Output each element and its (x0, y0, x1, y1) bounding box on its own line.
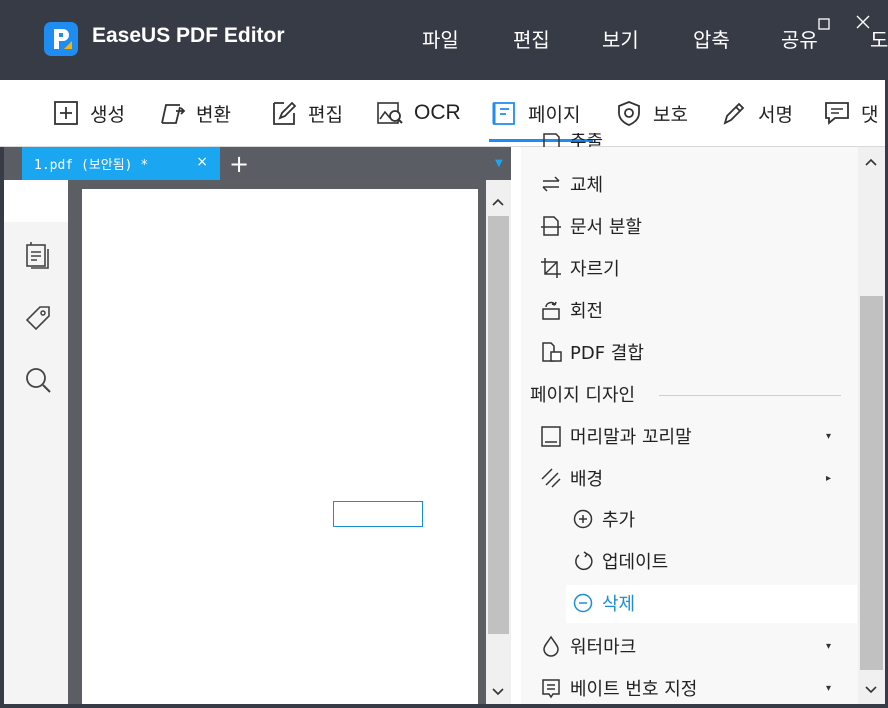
add-circle-icon (573, 509, 593, 529)
background-add[interactable]: 추가 (572, 505, 635, 533)
background-delete-label: 삭제 (602, 594, 636, 615)
panel-scroll-thumb[interactable] (860, 296, 883, 670)
panel-item-replace[interactable]: 교체 (540, 170, 603, 198)
tool-sign-label: 서명 (758, 103, 793, 126)
background-update-label: 업데이트 (602, 552, 669, 573)
tool-protect[interactable]: 보호 (615, 95, 688, 131)
drop-icon (543, 635, 559, 657)
background-chevron-right-icon[interactable]: ▸ (826, 473, 831, 484)
pen-icon (723, 102, 745, 125)
panel-item-crop[interactable]: 자르기 (540, 254, 620, 282)
tool-sign[interactable]: 서명 (720, 95, 793, 131)
tool-edit[interactable]: 편집 (270, 95, 343, 131)
panel-item-background-label: 배경 (570, 469, 604, 490)
panel-item-rotate[interactable]: 회전 (540, 296, 603, 324)
maximize-icon[interactable] (818, 15, 830, 34)
menu-edit[interactable]: 편집 (513, 24, 550, 53)
side-rail-header (4, 180, 68, 222)
search-icon[interactable] (24, 366, 52, 394)
tool-ocr[interactable]: OCR (376, 95, 461, 131)
menu-file[interactable]: 파일 (422, 24, 459, 53)
panel-scroll-up-icon[interactable] (864, 156, 878, 170)
scroll-down-icon[interactable] (491, 686, 505, 700)
tool-create-label: 생성 (90, 103, 125, 126)
comment-icon (825, 102, 849, 125)
panel-item-header-footer[interactable]: 머리말과 꼬리말 (540, 422, 692, 450)
panel-clip (521, 147, 858, 153)
swap-icon (542, 176, 560, 192)
combine-icon (542, 342, 562, 362)
panel-item-watermark[interactable]: 워터마크 (540, 632, 636, 660)
document-tab[interactable]: 1.pdf (보안됨) * × (22, 147, 220, 180)
panel-item-crop-label: 자르기 (570, 259, 620, 280)
tab-list-chevron-down-icon[interactable]: ▼ (495, 158, 503, 169)
section-title-page-design: 페이지 디자인 (530, 385, 636, 406)
watermark-chevron-down-icon[interactable]: ▾ (826, 641, 831, 652)
tool-page-label: 페이지 (528, 103, 581, 126)
convert-icon (161, 104, 186, 124)
section-divider (659, 395, 841, 396)
add-tab-icon[interactable]: + (229, 150, 249, 178)
tool-ocr-label: OCR (414, 101, 461, 124)
panel-item-replace-label: 교체 (570, 175, 604, 196)
numbering-chevron-down-icon[interactable]: ▾ (826, 683, 831, 694)
ocr-icon (377, 102, 403, 124)
panel-item-split-label: 문서 분할 (570, 217, 642, 238)
panel-item-combine-label: PDF 결합 (570, 343, 644, 364)
tool-page[interactable]: 페이지 (490, 95, 580, 131)
menu-compress[interactable]: 압축 (693, 24, 730, 53)
app-logo-icon (44, 22, 78, 56)
tool-protect-label: 보호 (653, 103, 688, 126)
panel-item-watermark-label: 워터마크 (570, 637, 637, 658)
menu-share[interactable]: 공유 (781, 24, 818, 53)
background-delete[interactable]: 삭제 (572, 589, 635, 617)
tool-create[interactable]: 생성 (52, 95, 125, 131)
refresh-icon (575, 551, 593, 571)
plus-square-icon (54, 101, 78, 125)
tool-comment-label: 댓 (861, 103, 879, 126)
pdf-page[interactable] (82, 189, 478, 707)
panel-item-combine[interactable]: PDF 결합 (540, 338, 644, 366)
tab-close-icon[interactable]: × (196, 154, 208, 170)
remove-circle-icon (573, 593, 593, 613)
close-window-icon[interactable] (856, 14, 870, 33)
background-icon (541, 468, 561, 488)
panel-item-split[interactable]: 문서 분할 (540, 212, 642, 240)
background-add-label: 추가 (602, 510, 636, 531)
tool-edit-label: 편집 (308, 103, 343, 126)
scroll-up-icon[interactable] (491, 196, 505, 210)
pages-icon[interactable] (24, 242, 52, 270)
rotate-icon (542, 301, 560, 320)
tool-convert[interactable]: 변환 (158, 95, 231, 131)
toolbar: 생성 변환 편집 OCR 페이지 보호 서명 댓 (0, 80, 888, 147)
crop-icon (541, 258, 561, 278)
window-border-bottom (0, 704, 888, 708)
panel-item-background[interactable]: 배경 (540, 464, 603, 492)
edit-icon (273, 101, 297, 125)
menu-help[interactable]: 도 (870, 24, 888, 53)
split-icon (541, 216, 561, 236)
panel-item-numbering-label: 베이트 번호 지정 (570, 679, 698, 700)
header-footer-chevron-down-icon[interactable]: ▾ (826, 431, 831, 442)
panel-item-header-footer-label: 머리말과 꼬리말 (570, 427, 692, 448)
panel-item-numbering[interactable]: 베이트 번호 지정 (540, 674, 697, 702)
panel-item-rotate-label: 회전 (570, 301, 604, 322)
page-text-box[interactable] (333, 501, 423, 527)
app-title: EaseUS PDF Editor (92, 24, 285, 47)
tool-convert-label: 변환 (196, 103, 231, 126)
side-rail (4, 180, 68, 704)
tool-comment[interactable]: 댓 (823, 95, 878, 131)
tag-icon[interactable] (24, 304, 52, 332)
background-update[interactable]: 업데이트 (572, 547, 668, 575)
viewport-scroll-thumb[interactable] (488, 216, 509, 634)
numbering-icon (542, 679, 560, 699)
menu-view[interactable]: 보기 (602, 24, 639, 53)
shield-icon (618, 101, 640, 126)
page-icon (492, 102, 515, 125)
document-tab-label: 1.pdf (보안됨) * (34, 158, 149, 173)
panel-scroll-down-icon[interactable] (864, 684, 878, 698)
header-footer-icon (541, 426, 561, 447)
